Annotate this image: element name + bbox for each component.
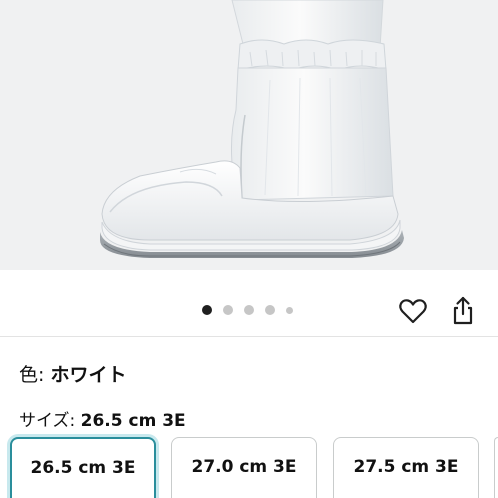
color-label: 色: xyxy=(19,364,51,386)
product-page: 色: ホワイト サイズ: 26.5 cm 3E 26.5 cm 3E 27.0 … xyxy=(0,0,498,498)
share-button[interactable] xyxy=(444,292,482,330)
size-option-26-5[interactable]: 26.5 cm 3E xyxy=(10,437,156,498)
heart-outline-icon xyxy=(399,299,427,324)
section-divider xyxy=(0,336,498,337)
pager-dot-5[interactable] xyxy=(286,307,293,314)
product-image[interactable] xyxy=(0,0,498,270)
pager-dot-3[interactable] xyxy=(244,305,254,315)
color-selection: 色: ホワイト xyxy=(19,362,126,388)
size-value: 26.5 cm 3E xyxy=(80,411,186,431)
size-selection: サイズ: 26.5 cm 3E xyxy=(19,409,186,433)
size-option-27-5[interactable]: 27.5 cm 3E xyxy=(333,437,479,498)
size-option-next-partial[interactable] xyxy=(494,437,498,498)
size-option-label: 26.5 cm 3E xyxy=(30,458,136,478)
size-option-label: 27.5 cm 3E xyxy=(353,457,459,477)
boot-illustration xyxy=(100,0,404,258)
share-icon xyxy=(453,296,473,325)
image-carousel-pager[interactable] xyxy=(200,303,300,317)
pager-dot-1[interactable] xyxy=(202,305,212,315)
size-label: サイズ: xyxy=(19,411,81,431)
size-option-27-0[interactable]: 27.0 cm 3E xyxy=(171,437,317,498)
pager-dot-2[interactable] xyxy=(223,305,233,315)
pager-dot-4[interactable] xyxy=(265,305,275,315)
favorite-button[interactable] xyxy=(394,292,432,330)
size-option-label: 27.0 cm 3E xyxy=(191,457,297,477)
color-value: ホワイト xyxy=(50,364,127,386)
